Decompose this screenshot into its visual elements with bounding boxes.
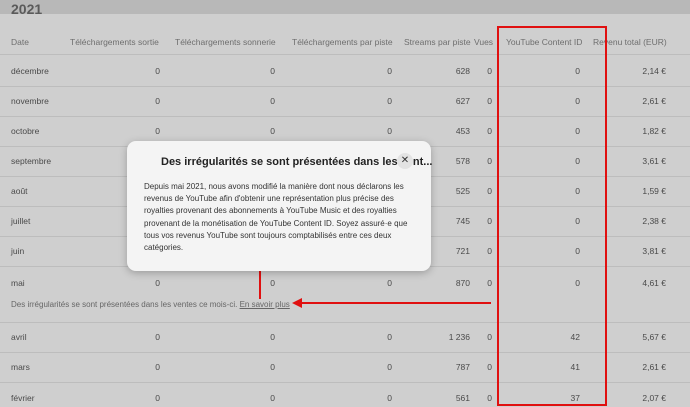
irregularity-popup: Des irrégularités se sont présentées dan… bbox=[127, 141, 433, 271]
close-icon[interactable]: ✕ bbox=[397, 153, 413, 169]
popup-body: Depuis mai 2021, nous avons modifié la m… bbox=[144, 182, 408, 253]
popup-title: Des irrégularités se sont présentées dan… bbox=[161, 156, 433, 168]
arrow-left-head bbox=[292, 298, 302, 308]
